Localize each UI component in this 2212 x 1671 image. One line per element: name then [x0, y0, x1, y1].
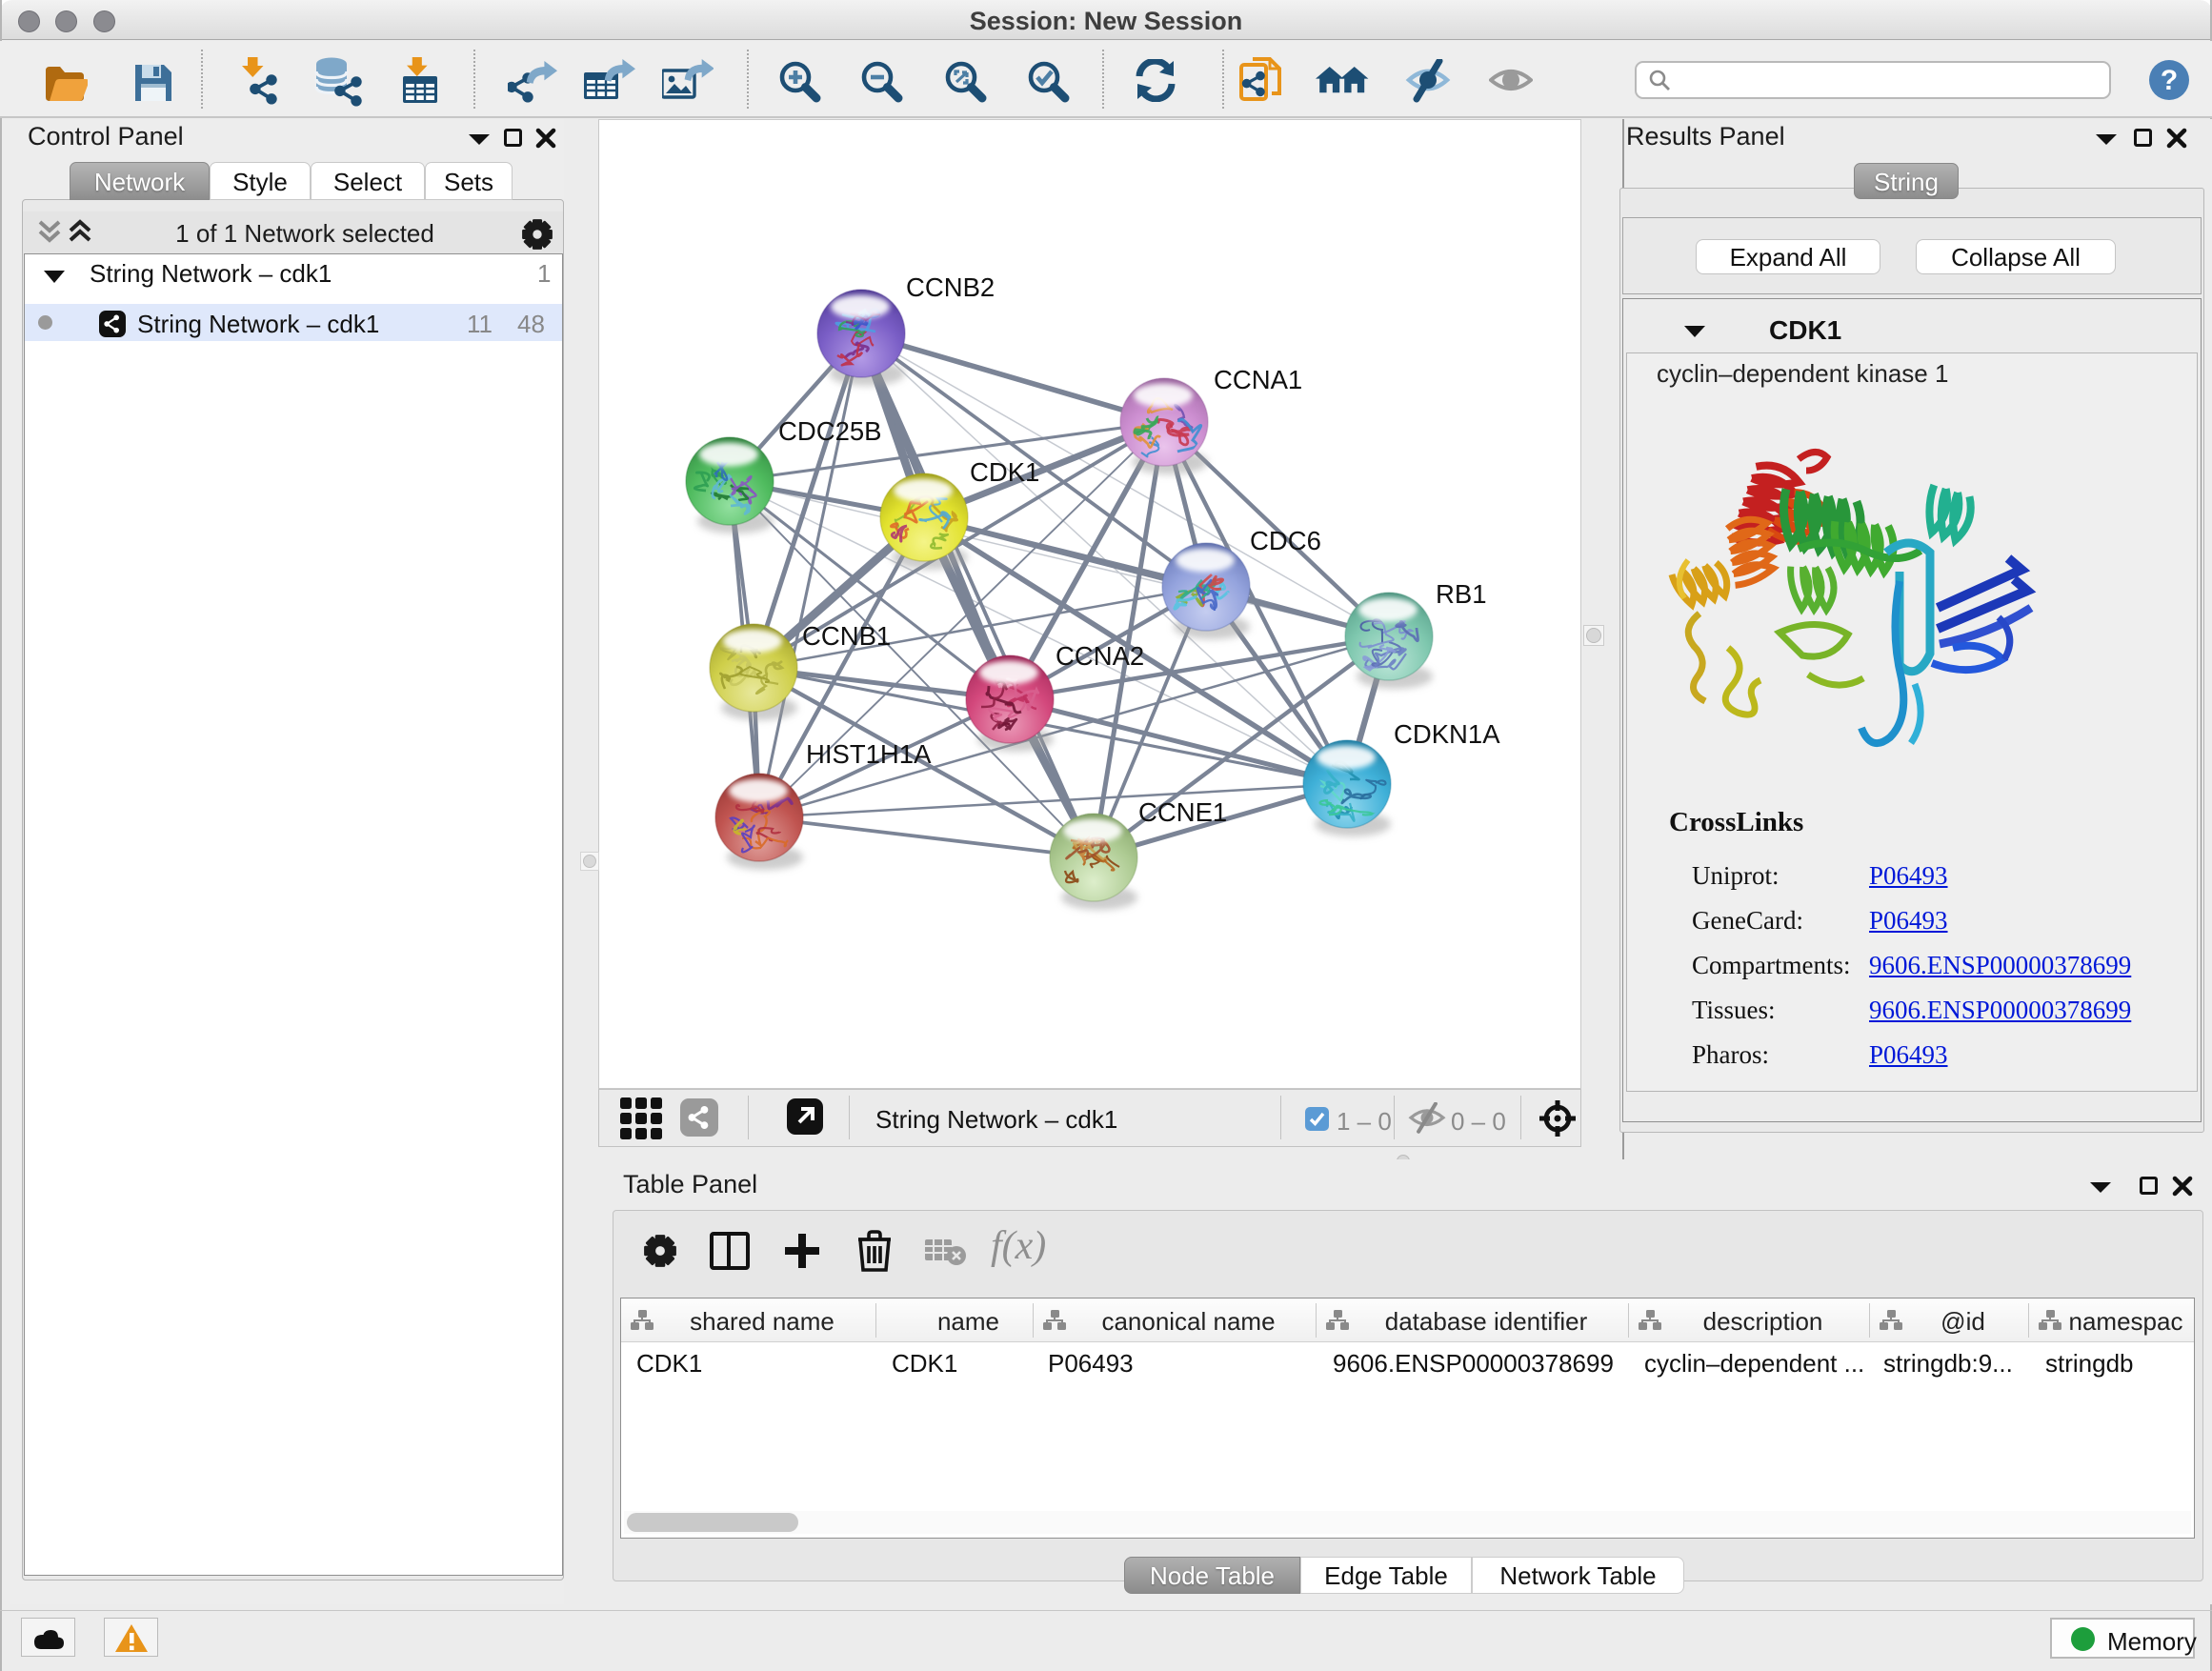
- svg-text:CDK1: CDK1: [970, 457, 1039, 487]
- svg-text:?: ?: [2161, 65, 2178, 96]
- svg-text:RB1: RB1: [1436, 579, 1487, 609]
- svg-text:CCNB1: CCNB1: [802, 621, 891, 651]
- svg-text:CDC25B: CDC25B: [778, 416, 882, 446]
- svg-text:CCNE1: CCNE1: [1138, 797, 1227, 827]
- svg-text:CCNA2: CCNA2: [1056, 641, 1144, 671]
- svg-text:CDC6: CDC6: [1250, 526, 1321, 555]
- svg-text:CCNA1: CCNA1: [1214, 365, 1302, 394]
- svg-text:CCNB2: CCNB2: [906, 272, 995, 302]
- svg-text:HIST1H1A: HIST1H1A: [806, 739, 932, 769]
- svg-text:CDKN1A: CDKN1A: [1394, 719, 1500, 749]
